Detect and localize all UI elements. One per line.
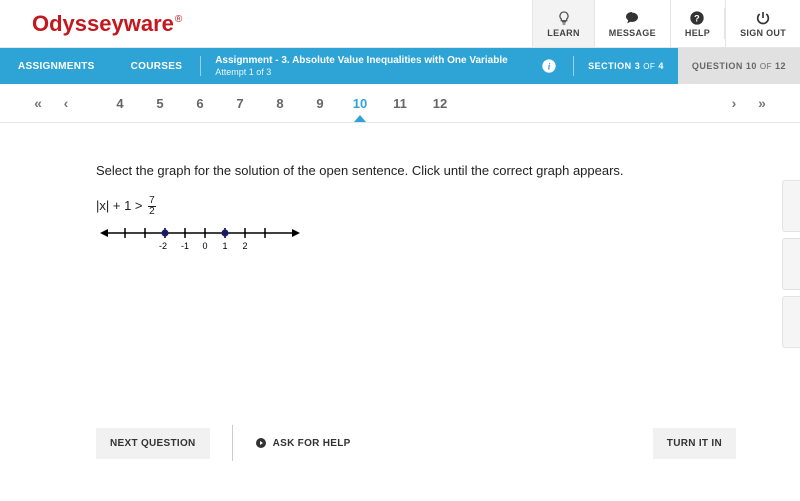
instructions: Select the graph for the solution of the… [96, 163, 736, 178]
assignment-title: Assignment - 3. Absolute Value Inequalit… [215, 54, 508, 67]
qnum-5[interactable]: 5 [140, 86, 180, 121]
qnum-11[interactable]: 11 [380, 86, 420, 121]
question-total: 12 [775, 61, 786, 71]
question-numbers: 4 5 6 7 8 9 10 11 12 [100, 86, 700, 121]
qnum-4[interactable]: 4 [100, 86, 140, 121]
qnum-12[interactable]: 12 [420, 86, 460, 121]
nav-prev[interactable]: ‹ [52, 95, 80, 111]
play-circle-icon [255, 437, 267, 449]
footer-bar: NEXT QUESTION ASK FOR HELP TURN IT IN [0, 425, 800, 461]
expr-left: |x| + 1 > [96, 198, 143, 213]
side-tab-1[interactable] [782, 180, 800, 232]
qnum-6[interactable]: 6 [180, 86, 220, 121]
side-tabs [782, 180, 800, 354]
section-total: 4 [658, 61, 664, 71]
nav-message-label: MESSAGE [609, 28, 656, 38]
nav-signout[interactable]: SIGN OUT [725, 0, 800, 47]
qnum-7[interactable]: 7 [220, 86, 260, 121]
info-button[interactable]: i [525, 48, 573, 84]
lightbulb-icon [556, 10, 572, 26]
question-nav-wrap: « ‹ 4 5 6 7 8 9 10 11 12 › » [0, 84, 800, 123]
assignment-info: Assignment - 3. Absolute Value Inequalit… [201, 48, 522, 84]
assignments-label: ASSIGNMENTS [18, 61, 95, 72]
courses-link[interactable]: COURSES [113, 48, 201, 84]
svg-text:i: i [548, 62, 551, 72]
footer-divider [232, 425, 233, 461]
nav-help[interactable]: ? HELP [670, 0, 724, 47]
top-nav: LEARN MESSAGE ? HELP SIGN OUT [532, 0, 800, 47]
brand-mark: ® [175, 14, 182, 25]
question-label: QUESTION [692, 61, 743, 71]
nav-message[interactable]: MESSAGE [594, 0, 670, 47]
nav-learn[interactable]: LEARN [532, 0, 594, 47]
nav-last[interactable]: » [748, 95, 776, 111]
nav-first[interactable]: « [24, 95, 52, 111]
assignment-title-text: - 3. Absolute Value Inequalities with On… [275, 55, 507, 66]
section-indicator[interactable]: SECTION 3 OF 4 [574, 48, 678, 84]
question-icon: ? [689, 10, 705, 26]
assignment-label-text: Assignment [215, 55, 272, 66]
svg-text:?: ? [695, 13, 701, 23]
svg-text:0: 0 [202, 241, 207, 251]
section-of: OF [643, 62, 655, 71]
svg-text:-1: -1 [181, 241, 189, 251]
brand-name: Odysseyware [32, 11, 174, 36]
top-header: Odysseyware® LEARN MESSAGE ? HELP SIGN [0, 0, 800, 48]
svg-text:-2: -2 [159, 241, 167, 251]
expression: |x| + 1 > 7 2 [96, 196, 736, 217]
section-current: 3 [635, 61, 641, 71]
qnum-9[interactable]: 9 [300, 86, 340, 121]
number-line-svg: -2 -1 0 1 2 [100, 223, 300, 253]
speech-icon [624, 10, 640, 26]
next-question-button[interactable]: NEXT QUESTION [96, 428, 210, 459]
number-line-graph[interactable]: -2 -1 0 1 2 [100, 223, 736, 258]
turn-it-in-button[interactable]: TURN IT IN [653, 428, 736, 459]
power-icon [755, 10, 771, 26]
nav-signout-label: SIGN OUT [740, 28, 786, 38]
assignments-link[interactable]: ASSIGNMENTS [0, 48, 113, 84]
fraction: 7 2 [148, 196, 156, 217]
question-current: 10 [746, 61, 757, 71]
brand-logo: Odysseyware® [32, 11, 182, 37]
qnum-10[interactable]: 10 [340, 86, 380, 121]
question-content: Select the graph for the solution of the… [0, 123, 800, 258]
nav-help-label: HELP [685, 28, 710, 38]
question-of: OF [760, 62, 772, 71]
qnum-8[interactable]: 8 [260, 86, 300, 121]
frac-denominator: 2 [149, 207, 155, 217]
ask-label: ASK FOR HELP [273, 438, 351, 449]
assignment-bar: ASSIGNMENTS COURSES Assignment - 3. Abso… [0, 48, 800, 84]
section-label: SECTION [588, 61, 632, 71]
question-indicator[interactable]: QUESTION 10 OF 12 [678, 48, 800, 84]
svg-text:2: 2 [242, 241, 247, 251]
side-tab-2[interactable] [782, 238, 800, 290]
question-nav: « ‹ 4 5 6 7 8 9 10 11 12 › » [0, 84, 800, 122]
attempt-text: Attempt 1 of 3 [215, 67, 508, 79]
svg-text:1: 1 [222, 241, 227, 251]
nav-next[interactable]: › [720, 95, 748, 111]
ask-for-help-button[interactable]: ASK FOR HELP [255, 437, 351, 449]
side-tab-3[interactable] [782, 296, 800, 348]
nav-learn-label: LEARN [547, 28, 580, 38]
courses-label: COURSES [131, 61, 183, 72]
info-icon: i [541, 58, 557, 74]
